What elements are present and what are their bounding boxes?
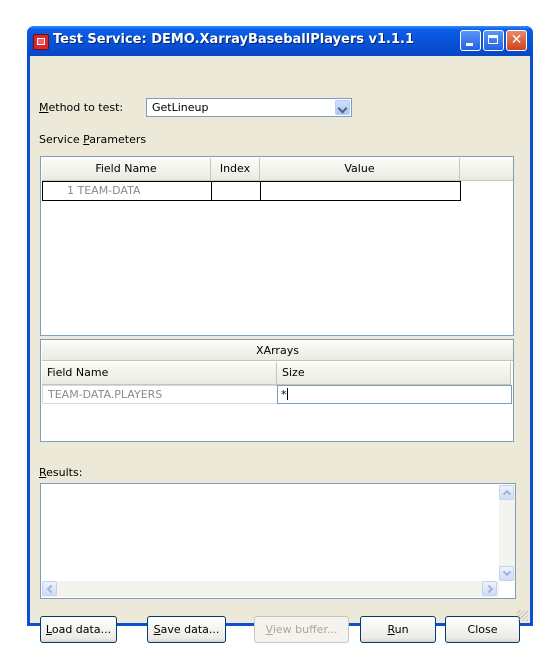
xarrays-grid[interactable]: XArrays Field Name Size TEAM-DATA.PLAYER… (40, 339, 514, 442)
minimize-icon (466, 43, 473, 46)
app-icon (33, 34, 49, 50)
column-header-filler (460, 158, 513, 181)
chevron-down-icon[interactable] (335, 100, 350, 115)
close-window-button[interactable]: ✕ (506, 30, 527, 51)
method-label-mnemonic: M (39, 101, 49, 114)
row-value-cell[interactable] (260, 181, 461, 201)
method-label: Method to test: (39, 101, 123, 114)
xarray-size-input[interactable]: * (277, 385, 512, 404)
run-button[interactable]: Run (360, 616, 436, 643)
close-icon: ✕ (510, 32, 523, 48)
save-data-mnemonic: S (153, 623, 161, 636)
xarrays-title: XArrays (42, 341, 513, 361)
xarray-row-field-name: TEAM-DATA.PLAYERS (42, 385, 278, 404)
column-header-field-name[interactable]: Field Name (42, 158, 211, 181)
load-data-button[interactable]: Load data... (40, 616, 117, 643)
window-title: Test Service: DEMO.XarrayBaseballPlayers… (53, 32, 415, 47)
save-data-button[interactable]: Save data... (147, 616, 226, 643)
maximize-icon (488, 35, 498, 44)
scroll-down-icon[interactable] (499, 566, 514, 581)
params-label-pre: Service (39, 133, 84, 146)
parameters-grid[interactable]: Field Name Index Value 1 TEAM-DATA (40, 156, 514, 336)
load-data-label: oad data... (51, 623, 112, 636)
scroll-up-icon[interactable] (499, 485, 514, 500)
results-textarea[interactable] (40, 483, 516, 599)
scroll-left-icon[interactable] (42, 581, 57, 596)
maximize-button[interactable] (483, 30, 504, 51)
save-data-label: ave data... (160, 623, 220, 636)
row-index-cell[interactable] (211, 181, 261, 201)
resize-grip-icon[interactable] (517, 610, 528, 621)
table-row[interactable]: 1 TEAM-DATA (42, 181, 212, 201)
title-bar[interactable]: Test Service: DEMO.XarrayBaseballPlayers… (27, 26, 533, 56)
horizontal-scrollbar[interactable] (42, 581, 499, 597)
view-buffer-button[interactable]: View buffer... (254, 616, 349, 643)
scroll-right-icon[interactable] (482, 581, 497, 596)
vertical-scrollbar[interactable] (499, 485, 515, 581)
text-cursor (286, 388, 288, 400)
row-field-name: 1 TEAM-DATA (67, 184, 141, 197)
dialog-body: Method to test: GetLineup Service Parame… (30, 56, 530, 643)
view-buffer-mnemonic: V (265, 623, 273, 636)
method-select[interactable]: GetLineup (146, 98, 352, 117)
method-label-text: ethod to test: (48, 101, 124, 114)
method-select-value: GetLineup (152, 101, 209, 114)
dialog-window: Test Service: DEMO.XarrayBaseballPlayers… (27, 26, 533, 643)
column-header-size[interactable]: Size (277, 362, 511, 385)
column-header-value[interactable]: Value (260, 158, 460, 181)
column-header-index[interactable]: Index (211, 158, 260, 181)
run-label: un (394, 623, 409, 636)
results-label: Results: (39, 466, 82, 479)
service-parameters-label: Service Parameters (39, 133, 146, 146)
run-mnemonic: R (387, 623, 395, 636)
column-header-xarray-field-name[interactable]: Field Name (42, 362, 277, 385)
close-button[interactable]: Close (445, 616, 520, 643)
close-label: Close (467, 623, 498, 636)
results-label-text: esults: (46, 466, 83, 479)
params-label-text: arameters (89, 133, 147, 146)
minimize-button[interactable] (460, 30, 481, 51)
view-buffer-label: iew buffer... (272, 623, 338, 636)
